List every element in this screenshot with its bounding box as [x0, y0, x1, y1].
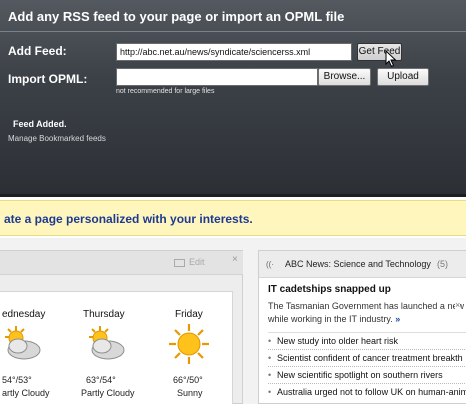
dialog-title: Add any RSS feed to your page or import … [8, 9, 345, 24]
add-feed-dialog: Add any RSS feed to your page or import … [0, 0, 466, 197]
forecast-day: ednesday [2, 309, 46, 320]
forecast-day: Thursday [83, 309, 125, 320]
forecast-condition: Partly Cloudy [81, 388, 135, 398]
opml-file-input[interactable] [116, 68, 318, 86]
personalize-banner: ate a page personalized with your intere… [0, 200, 466, 236]
list-item[interactable]: • New study into older heart risk [268, 332, 466, 349]
add-feed-label: Add Feed: [8, 44, 67, 58]
news-item-link[interactable]: Scientist confident of cancer treatment … [277, 353, 463, 363]
news-summary-text: The Tasmanian Government has launched a … [268, 301, 464, 324]
news-summary: The Tasmanian Government has launched a … [268, 300, 466, 326]
list-item[interactable]: • Australia urged not to follow UK on hum… [268, 383, 466, 400]
news-item-link[interactable]: New study into older heart risk [277, 336, 398, 346]
bullet-icon: • [268, 370, 272, 380]
news-widget-body: IT cadetships snapped up The Tasmanian G… [259, 278, 466, 404]
browse-button[interactable]: Browse... [318, 68, 371, 86]
bullet-icon: • [268, 353, 272, 363]
import-opml-label: Import OPML: [8, 72, 88, 86]
news-headline[interactable]: IT cadetships snapped up [268, 284, 391, 295]
forecast-panel: ednesday 54°/53° artly Cloudy Thursday 6… [0, 291, 233, 404]
news-item-count: (5) [437, 259, 448, 269]
bullet-icon: • [268, 387, 272, 397]
news-list: • New study into older heart risk • Scient… [268, 332, 466, 400]
feed-url-input[interactable]: http://abc.net.au/news/syndicate/science… [116, 43, 352, 61]
title-divider [0, 31, 466, 32]
news-widget-title[interactable]: ABC News: Science and Technology [285, 259, 431, 269]
news-item-link[interactable]: New scientific spotlight on southern riv… [277, 370, 443, 380]
list-item[interactable]: • New scientific spotlight on southern ri… [268, 366, 466, 383]
news-item-link[interactable]: Australia urged not to follow UK on huma… [277, 387, 466, 397]
partly-cloudy-icon [5, 326, 41, 360]
mail-icon[interactable] [174, 259, 185, 267]
forecast-temp: 54°/53° [2, 375, 32, 385]
upload-button[interactable]: Upload [377, 68, 429, 86]
forecast-day: Friday [175, 309, 203, 320]
mouse-cursor-icon [385, 50, 397, 68]
close-icon[interactable]: × [232, 254, 238, 265]
rss-feed-icon: ((· [266, 260, 274, 269]
news-widget: ((· ABC News: Science and Technology (5)… [258, 250, 466, 404]
opml-hint: not recommended for large files [116, 88, 215, 95]
close-summary-icon[interactable]: × [455, 300, 461, 310]
sunny-icon [169, 324, 209, 364]
weather-widget-header: Edit × [0, 251, 243, 275]
bullet-icon: • [268, 336, 272, 346]
forecast-temp: 63°/54° [86, 375, 116, 385]
forecast-condition: artly Cloudy [2, 388, 50, 398]
weather-widget: Edit × ednesday 54°/53° artly Cloudy Thu… [0, 250, 243, 404]
forecast-condition: Sunny [177, 388, 203, 398]
edit-link[interactable]: Edit [189, 257, 205, 267]
news-widget-header[interactable]: ((· ABC News: Science and Technology (5) [259, 251, 466, 278]
status-message: Feed Added. [13, 119, 67, 129]
manage-feeds-link[interactable]: Manage Bookmarked feeds [8, 134, 106, 143]
partly-cloudy-icon [89, 326, 125, 360]
read-more-link[interactable]: » [395, 314, 400, 324]
forecast-temp: 66°/50° [173, 375, 203, 385]
banner-text: ate a page personalized with your intere… [4, 212, 253, 226]
list-item[interactable]: • Scientist confident of cancer treatment… [268, 349, 466, 366]
